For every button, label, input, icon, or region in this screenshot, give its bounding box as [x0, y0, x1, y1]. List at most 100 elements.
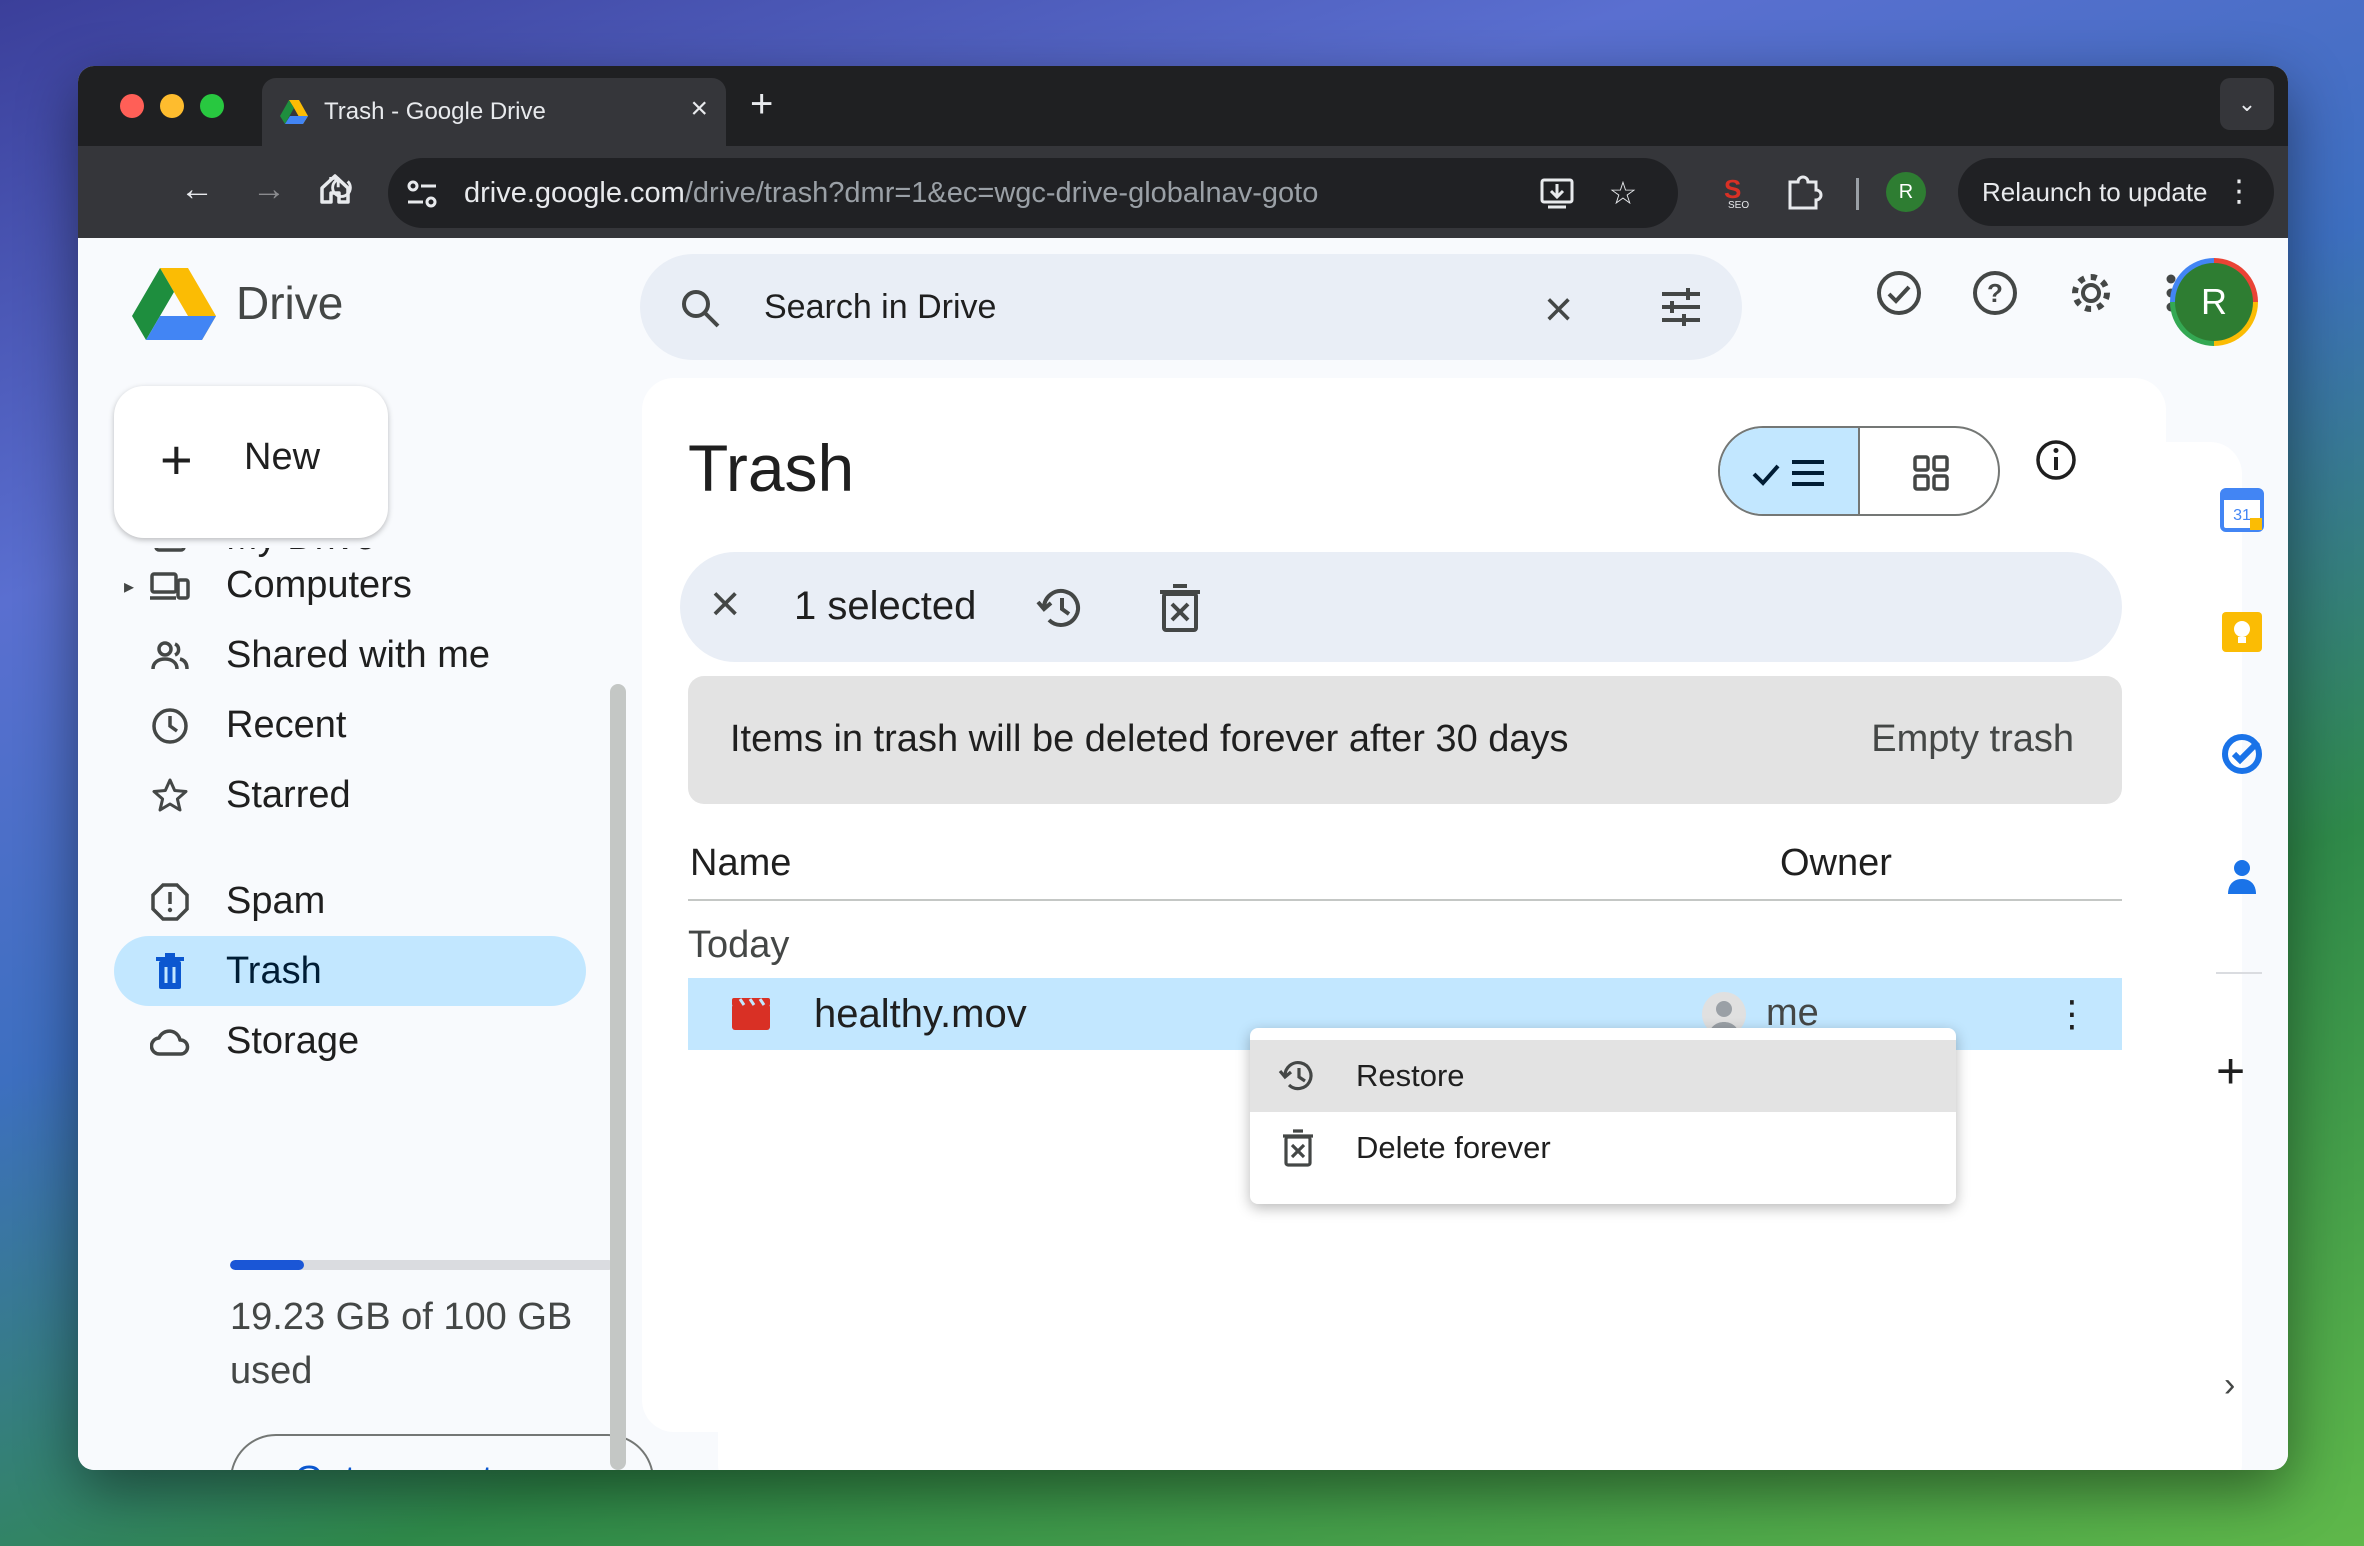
- calendar-icon[interactable]: 31: [2220, 488, 2264, 532]
- sidebar-scrollbar[interactable]: [610, 684, 626, 1470]
- computers-icon: [150, 572, 190, 600]
- close-window-button[interactable]: [120, 94, 144, 118]
- sidebar-item-shared-with-me[interactable]: Shared with me: [114, 620, 586, 690]
- list-view-button[interactable]: [1720, 428, 1860, 514]
- expand-caret-icon[interactable]: ▸: [124, 574, 134, 599]
- sidebar-item-trash[interactable]: Trash: [114, 936, 586, 1006]
- star-icon: [152, 778, 188, 812]
- show-side-panel-chevron-icon[interactable]: ›: [2224, 1366, 2235, 1405]
- calendar-day: 31: [2233, 507, 2251, 524]
- grid-view-icon: [1913, 455, 1949, 491]
- column-header-owner[interactable]: Owner: [1780, 842, 1892, 885]
- contacts-icon[interactable]: [2220, 854, 2264, 898]
- new-button-label: New: [244, 436, 321, 478]
- restore-icon: [1278, 1061, 1313, 1091]
- active-tab[interactable]: Trash - Google Drive ×: [262, 78, 726, 146]
- side-panel: 31 + ›: [2186, 238, 2288, 1470]
- bookmark-star-icon[interactable]: ☆: [1604, 174, 1642, 212]
- search-input[interactable]: Search in Drive: [764, 288, 996, 327]
- clear-search-icon[interactable]: ×: [1544, 280, 1573, 338]
- sidebar-item-label: Recent: [226, 704, 347, 746]
- get-addons-plus-icon[interactable]: +: [2216, 1046, 2245, 1096]
- selection-count: 1 selected: [794, 584, 977, 628]
- sidebar-item-label: Starred: [226, 774, 351, 816]
- menu-item-restore[interactable]: Restore: [1250, 1040, 1956, 1112]
- selection-bar: × 1 selected: [680, 552, 2122, 662]
- help-icon[interactable]: ?: [1968, 266, 2022, 320]
- search-icon[interactable]: [678, 286, 722, 330]
- minimize-window-button[interactable]: [160, 94, 184, 118]
- tasks-icon[interactable]: [2220, 732, 2264, 776]
- url-text: drive.google.com/drive/trash?dmr=1&ec=wg…: [464, 177, 1318, 210]
- context-menu: Restore Delete forever: [1250, 1028, 1956, 1204]
- address-bar[interactable]: drive.google.com/drive/trash?dmr=1&ec=wg…: [388, 158, 1678, 228]
- sidebar-item-label: Shared with me: [226, 634, 491, 676]
- svg-text:SEO: SEO: [1728, 200, 1749, 211]
- trash-icon: [156, 953, 184, 989]
- keep-icon[interactable]: [2220, 610, 2264, 654]
- banner-text: Items in trash will be deleted forever a…: [730, 718, 1569, 760]
- home-icon[interactable]: [310, 164, 360, 214]
- search-bar[interactable]: Search in Drive ×: [640, 254, 1742, 360]
- sidebar-item-computers[interactable]: ▸ Computers: [114, 550, 586, 620]
- restore-icon[interactable]: [1034, 582, 1086, 634]
- site-info-icon[interactable]: [404, 176, 440, 212]
- side-panel-divider: [2216, 972, 2262, 974]
- search-options-icon[interactable]: [1658, 284, 1704, 330]
- clear-selection-icon[interactable]: ×: [710, 574, 740, 634]
- column-header-name[interactable]: Name: [690, 842, 791, 885]
- cloud-icon: [150, 1029, 190, 1056]
- spam-icon: [151, 883, 189, 921]
- tab-close-icon[interactable]: ×: [690, 92, 708, 126]
- grid-view-button[interactable]: [1860, 428, 1998, 514]
- url-host: drive.google.com: [464, 177, 685, 209]
- seo-extension-icon[interactable]: S SEO: [1718, 168, 1762, 212]
- storage-usage-fill: [230, 1260, 304, 1270]
- storage-usage-text: 19.23 GB of 100 GB used: [230, 1296, 573, 1392]
- drive-favicon-icon: [280, 100, 308, 124]
- page-title: Trash: [688, 431, 855, 505]
- sidebar-item-recent[interactable]: Recent: [114, 690, 586, 760]
- browser-profile-avatar[interactable]: R: [1886, 172, 1926, 212]
- empty-trash-button[interactable]: Empty trash: [1871, 718, 2074, 761]
- trash-panel: Trash × 1 selected Items in trash will b…: [642, 378, 2166, 1432]
- brand-name[interactable]: Drive: [236, 276, 343, 330]
- back-arrow-icon[interactable]: ←: [172, 164, 222, 214]
- new-button[interactable]: + New: [114, 386, 388, 538]
- sidebar-item-label: Storage: [226, 1020, 360, 1062]
- offline-ready-icon[interactable]: [1872, 266, 1926, 320]
- url-path: /drive/trash?dmr=1&ec=wgc-drive-globalna…: [684, 177, 1319, 209]
- sidebar-item-starred[interactable]: Starred: [114, 760, 586, 830]
- group-label-today: Today: [688, 924, 790, 966]
- header-divider: [688, 899, 2122, 901]
- sidebar-item-spam[interactable]: Spam: [114, 866, 586, 936]
- forward-arrow-icon[interactable]: →: [244, 164, 294, 214]
- relaunch-label: Relaunch to update: [1982, 177, 2208, 207]
- extensions-puzzle-icon[interactable]: [1782, 168, 1826, 212]
- view-toggle: [1718, 426, 2000, 516]
- video-file-icon: [732, 998, 770, 1030]
- browser-menu-icon[interactable]: ⋮: [2224, 158, 2254, 226]
- more-actions-icon[interactable]: ⋮: [2052, 990, 2092, 1038]
- menu-item-label: Restore: [1356, 1058, 1465, 1093]
- menu-item-label: Delete forever: [1356, 1130, 1551, 1165]
- delete-forever-icon: [1283, 1129, 1313, 1167]
- drive-logo-icon[interactable]: [132, 268, 216, 342]
- zoom-window-button[interactable]: [200, 94, 224, 118]
- browser-window: Trash - Google Drive × + ⌄ ← → ↻ drive.g…: [78, 66, 2288, 1470]
- sidebar-item-label: Computers: [226, 564, 412, 606]
- new-tab-button[interactable]: +: [750, 80, 773, 128]
- get-more-storage-button[interactable]: Get more storage: [230, 1434, 654, 1470]
- install-app-icon[interactable]: [1538, 174, 1576, 212]
- svg-text:?: ?: [1987, 278, 2003, 308]
- menu-item-delete-forever[interactable]: Delete forever: [1250, 1112, 1956, 1184]
- delete-forever-icon[interactable]: [1156, 582, 1204, 634]
- relaunch-to-update-button[interactable]: Relaunch to update ⋮: [1958, 158, 2274, 226]
- info-icon[interactable]: [2034, 438, 2078, 482]
- sidebar-item-storage[interactable]: Storage: [114, 1006, 586, 1076]
- trash-info-banner: Items in trash will be deleted forever a…: [688, 676, 2122, 804]
- storage-usage-bar: [230, 1260, 614, 1270]
- settings-gear-icon[interactable]: [2064, 266, 2118, 320]
- tab-search-chevron-icon[interactable]: ⌄: [2220, 78, 2274, 130]
- people-icon: [151, 641, 189, 670]
